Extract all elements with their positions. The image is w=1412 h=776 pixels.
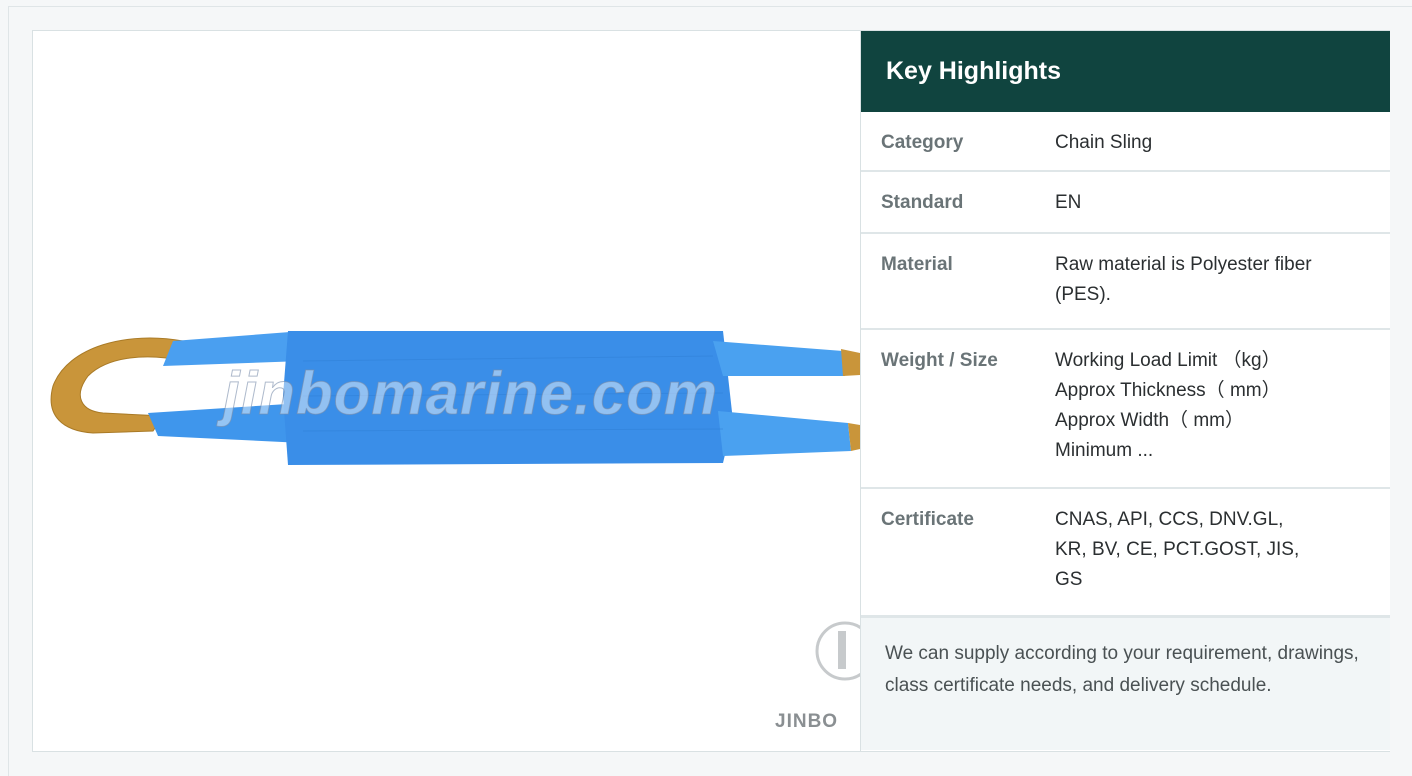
value-line: Minimum ... bbox=[1055, 440, 1154, 461]
row-value: Raw material is Polyester fiber (PES). bbox=[1055, 250, 1370, 328]
value-line: CNAS, API, CCS, DNV.GL, bbox=[1055, 509, 1284, 530]
row-value: CNAS, API, CCS, DNV.GL, KR, BV, CE, PCT.… bbox=[1055, 505, 1370, 615]
value-line: Approx Thickness（ mm） bbox=[1055, 380, 1281, 401]
logo-text: JINBO bbox=[775, 711, 839, 732]
row-label: Certificate bbox=[881, 509, 974, 530]
value-line: Working Load Limit （kg） bbox=[1055, 350, 1281, 371]
supply-note: We can supply according to your requirem… bbox=[861, 617, 1390, 750]
row-standard: Standard EN bbox=[861, 172, 1390, 234]
row-material: Material Raw material is Polyester fiber… bbox=[861, 234, 1390, 330]
row-label: Material bbox=[881, 254, 953, 275]
row-weight-size: Weight / Size Working Load Limit （kg） Ap… bbox=[861, 330, 1390, 489]
row-value: Chain Sling bbox=[1055, 128, 1370, 170]
value-line: (PES). bbox=[1055, 284, 1111, 305]
watermark-text: jinbomarine.com bbox=[222, 360, 719, 428]
row-label: Weight / Size bbox=[881, 350, 998, 371]
brand-logo bbox=[815, 621, 860, 681]
key-highlights-panel: Key Highlights Category Chain Sling Stan… bbox=[860, 31, 1390, 751]
value-line: Chain Sling bbox=[1055, 132, 1153, 153]
row-category: Category Chain Sling bbox=[861, 112, 1390, 172]
product-card: jinbomarine.com JINBO Key Highlights Cat… bbox=[32, 30, 1390, 752]
value-line: EN bbox=[1055, 192, 1082, 213]
panel-title: Key Highlights bbox=[861, 31, 1390, 112]
row-certificate: Certificate CNAS, API, CCS, DNV.GL, KR, … bbox=[861, 489, 1390, 617]
value-line: Raw material is Polyester fiber bbox=[1055, 254, 1312, 275]
row-value: Working Load Limit （kg） Approx Thickness… bbox=[1055, 346, 1370, 487]
row-label: Category bbox=[881, 132, 964, 153]
row-label: Standard bbox=[881, 192, 964, 213]
value-line: Approx Width（ mm） bbox=[1055, 410, 1244, 431]
value-line: GS bbox=[1055, 569, 1083, 590]
value-line: KR, BV, CE, PCT.GOST, JIS, bbox=[1055, 539, 1300, 560]
row-value: EN bbox=[1055, 188, 1370, 232]
product-image: jinbomarine.com JINBO bbox=[33, 31, 860, 751]
